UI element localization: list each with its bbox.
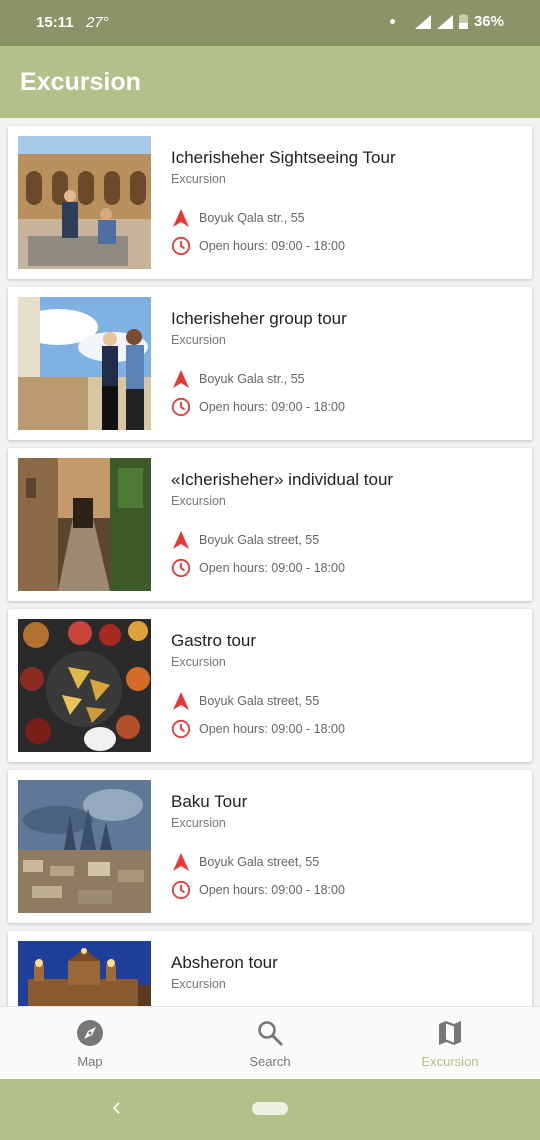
status-bar: 15:11 27° 36% <box>0 0 540 46</box>
map-icon <box>439 1021 461 1045</box>
tour-image-sweets <box>18 619 151 752</box>
tour-address-row: Boyuk Gala street, 55 <box>171 852 319 872</box>
tour-hours-row: Open hours: 09:00 - 18:00 <box>171 719 345 739</box>
clock-icon <box>171 397 191 417</box>
tour-category: Excursion <box>171 977 226 991</box>
tour-address: Boyuk Gala street, 55 <box>199 694 320 708</box>
tour-address-row: Boyuk Gala street, 55 <box>171 691 319 711</box>
tour-address: Boyuk Gala street, 55 <box>199 533 320 547</box>
search-icon <box>258 1021 283 1046</box>
system-navigation-bar <box>0 1079 540 1140</box>
tour-hours: Open hours: 09:00 - 18:00 <box>199 883 345 897</box>
tour-card[interactable]: Icherisheher group tour Excursion Boyuk … <box>8 287 532 440</box>
page-title: Excursion <box>20 68 141 96</box>
tour-hours-row: Open hours: 09:00 - 18:00 <box>171 236 345 256</box>
status-temperature: 27° <box>86 14 109 31</box>
tour-hours-row: Open hours: 09:00 - 18:00 <box>171 558 345 578</box>
tour-title: Icherisheher Sightseeing Tour <box>171 148 396 167</box>
tour-card[interactable]: Gastro tour Excursion Boyuk Gala street,… <box>8 609 532 762</box>
tour-list[interactable]: Icherisheher Sightseeing Tour Excursion … <box>0 118 540 1006</box>
signal-x-icon <box>414 14 431 29</box>
tour-image-street <box>18 458 151 591</box>
tour-address: Boyuk Gala str., 55 <box>199 372 305 386</box>
status-indicators: 36% <box>389 13 504 30</box>
tour-hours: Open hours: 09:00 - 18:00 <box>199 561 345 575</box>
tour-image-skyline <box>18 780 151 913</box>
clock-icon <box>171 558 191 578</box>
nav-label-map: Map <box>77 1054 103 1069</box>
nav-item-search[interactable]: Search <box>180 1007 360 1079</box>
tour-image-courtyard <box>18 136 151 269</box>
tour-card[interactable]: Baku Tour Excursion Boyuk Gala street, 5… <box>8 770 532 923</box>
tour-title: Baku Tour <box>171 792 248 811</box>
tour-card[interactable]: Icherisheher Sightseeing Tour Excursion … <box>8 126 532 279</box>
tour-card[interactable]: Absheron tour Excursion <box>8 931 532 1006</box>
clock-icon <box>171 719 191 739</box>
compass-icon <box>77 1020 103 1046</box>
tour-card[interactable]: «Icherisheher» individual tour Excursion… <box>8 448 532 601</box>
tour-title: Icherisheher group tour <box>171 309 347 328</box>
tour-title: «Icherisheher» individual tour <box>171 470 394 489</box>
location-arrow-icon <box>173 370 189 388</box>
notification-dot-icon <box>389 19 395 24</box>
battery-icon <box>458 14 468 29</box>
tour-hours: Open hours: 09:00 - 18:00 <box>199 400 345 414</box>
tour-category: Excursion <box>171 655 226 669</box>
tour-title: Gastro tour <box>171 631 257 650</box>
tour-image-fortress <box>18 941 151 1006</box>
tour-address: Boyuk Gala street, 55 <box>199 855 320 869</box>
location-arrow-icon <box>173 531 189 549</box>
tour-hours-row: Open hours: 09:00 - 18:00 <box>171 397 345 417</box>
tour-address-row: Boyuk Gala street, 55 <box>171 530 319 550</box>
location-arrow-icon <box>173 209 189 227</box>
tour-address-row: Boyuk Qala str., 55 <box>171 208 305 228</box>
app-bar: Excursion <box>0 46 540 118</box>
signal-icon <box>436 14 453 29</box>
tour-category: Excursion <box>171 333 226 347</box>
location-arrow-icon <box>173 853 189 871</box>
home-pill-button[interactable] <box>252 1102 288 1115</box>
tour-title: Absheron tour <box>171 953 278 972</box>
tour-image-tourists <box>18 297 151 430</box>
tour-category: Excursion <box>171 816 226 830</box>
bottom-navigation: Map Search Excursion <box>0 1006 540 1079</box>
battery-percent: 36% <box>473 13 504 30</box>
tour-hours: Open hours: 09:00 - 18:00 <box>199 239 345 253</box>
clock-icon <box>171 236 191 256</box>
tour-hours: Open hours: 09:00 - 18:00 <box>199 722 345 736</box>
nav-item-excursion[interactable]: Excursion <box>360 1007 540 1079</box>
location-arrow-icon <box>173 692 189 710</box>
tour-category: Excursion <box>171 172 226 186</box>
back-chevron-icon[interactable] <box>110 1099 122 1117</box>
tour-address-row: Boyuk Gala str., 55 <box>171 369 305 389</box>
clock-icon <box>171 880 191 900</box>
nav-item-map[interactable]: Map <box>0 1007 180 1079</box>
tour-address: Boyuk Qala str., 55 <box>199 211 305 225</box>
status-time: 15:11 <box>36 14 74 31</box>
tour-category: Excursion <box>171 494 226 508</box>
nav-label-search: Search <box>249 1054 291 1069</box>
tour-hours-row: Open hours: 09:00 - 18:00 <box>171 880 345 900</box>
nav-label-excursion: Excursion <box>421 1054 479 1069</box>
